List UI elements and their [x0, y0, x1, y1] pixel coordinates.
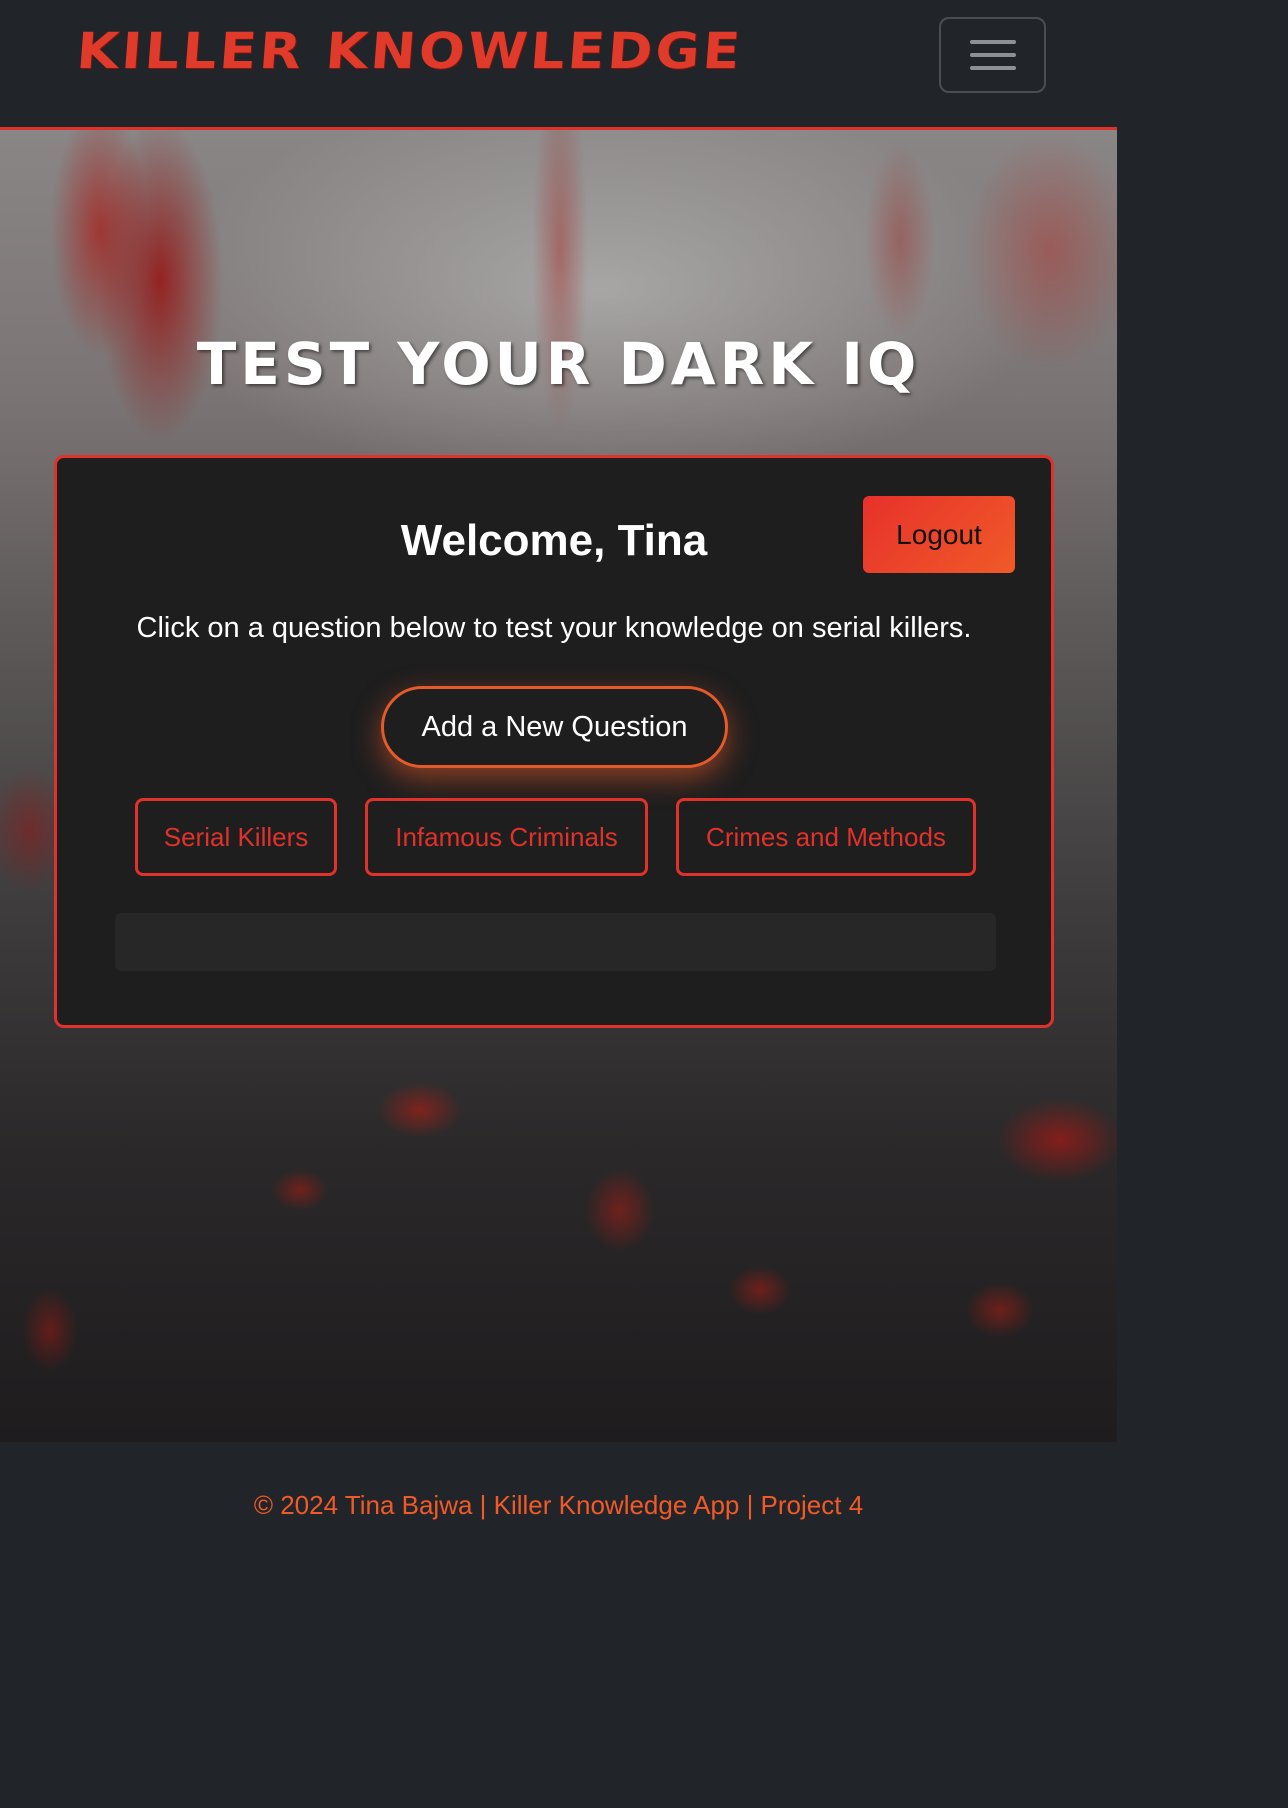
- logout-button[interactable]: Logout: [863, 496, 1015, 573]
- hamburger-menu-icon: [969, 40, 1016, 44]
- hero-title: TEST YOUR DARK IQ: [196, 330, 921, 398]
- hamburger-menu-icon: [969, 53, 1016, 57]
- footer-text: © 2024 Tina Bajwa | Killer Knowledge App…: [253, 1489, 864, 1520]
- intro-text: Click on a question below to test your k…: [136, 612, 972, 644]
- add-question-button[interactable]: Add a New Question: [381, 686, 728, 768]
- navbar: KILLER KNOWLEDGE: [0, 0, 1117, 130]
- footer: © 2024 Tina Bajwa | Killer Knowledge App…: [0, 1442, 1117, 1568]
- quiz-card: Welcome, Tina Logout Click on a question…: [54, 455, 1054, 1028]
- question-display-area: [115, 913, 996, 971]
- category-serial-killers-button[interactable]: Serial Killers: [135, 798, 337, 876]
- brand-logo[interactable]: KILLER KNOWLEDGE: [75, 22, 745, 80]
- hamburger-menu-icon: [969, 66, 1016, 70]
- category-infamous-criminals-button[interactable]: Infamous Criminals: [365, 798, 648, 876]
- category-crimes-methods-button[interactable]: Crimes and Methods: [676, 798, 976, 876]
- navbar-toggle-button[interactable]: [939, 17, 1046, 93]
